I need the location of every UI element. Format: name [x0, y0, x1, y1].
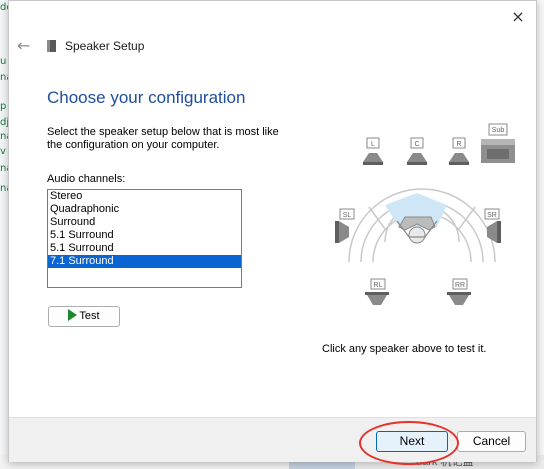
- back-arrow-icon[interactable]: ←: [17, 37, 35, 55]
- list-item[interactable]: Quadraphonic: [48, 203, 241, 216]
- background-fragment: v: [0, 146, 6, 157]
- background-fragment: p: [0, 101, 7, 112]
- front-right-speaker[interactable]: R: [449, 137, 469, 165]
- play-icon: [68, 309, 78, 321]
- speaker-diagram: L C R Sub SL SR RL RR: [335, 123, 515, 305]
- audio-channels-list[interactable]: Stereo Quadraphonic Surround 5.1 Surroun…: [47, 189, 242, 288]
- speaker-label-sl: SL: [343, 212, 352, 219]
- instruction-text: Select the speaker setup below that is m…: [47, 126, 279, 151]
- speaker-setup-dialog: × ← Speaker Setup Choose your configurat…: [8, 0, 537, 465]
- speaker-icon: [47, 40, 56, 52]
- center-speaker[interactable]: C: [407, 137, 427, 165]
- speaker-label-sr: SR: [487, 212, 497, 219]
- speaker-label-sub: Sub: [492, 127, 505, 134]
- audio-channels-label: Audio channels:: [47, 173, 126, 185]
- list-item[interactable]: 5.1 Surround: [48, 242, 241, 255]
- listener-icon: [396, 216, 438, 244]
- background-fragment: u: [0, 56, 7, 67]
- speaker-label-rl: RL: [374, 282, 383, 289]
- close-icon[interactable]: ×: [508, 7, 528, 27]
- list-item[interactable]: Stereo: [48, 190, 241, 203]
- dialog-title: Speaker Setup: [65, 39, 145, 53]
- rear-left-speaker[interactable]: RL: [365, 278, 389, 305]
- list-item[interactable]: 5.1 Surround: [48, 229, 241, 242]
- front-left-speaker[interactable]: L: [363, 137, 383, 165]
- speaker-label-rr: RR: [455, 282, 465, 289]
- speaker-label-r: R: [456, 141, 461, 148]
- page-heading: Choose your configuration: [47, 88, 246, 107]
- side-left-speaker[interactable]: SL: [335, 208, 355, 243]
- test-hint-text: Click any speaker above to test it.: [322, 343, 487, 355]
- speaker-label-l: L: [371, 141, 375, 148]
- side-right-speaker[interactable]: SR: [484, 208, 501, 243]
- rear-right-speaker[interactable]: RR: [447, 278, 471, 305]
- speaker-label-c: C: [414, 141, 419, 148]
- highlight-annotation-ring: [359, 421, 459, 465]
- list-item-selected[interactable]: 7.1 Surround: [48, 255, 241, 268]
- test-button-label: Test: [79, 310, 100, 322]
- list-item[interactable]: Surround: [48, 216, 241, 229]
- test-button[interactable]: Test: [48, 306, 120, 327]
- subwoofer-speaker[interactable]: Sub: [481, 123, 515, 163]
- cancel-button[interactable]: Cancel: [457, 431, 526, 452]
